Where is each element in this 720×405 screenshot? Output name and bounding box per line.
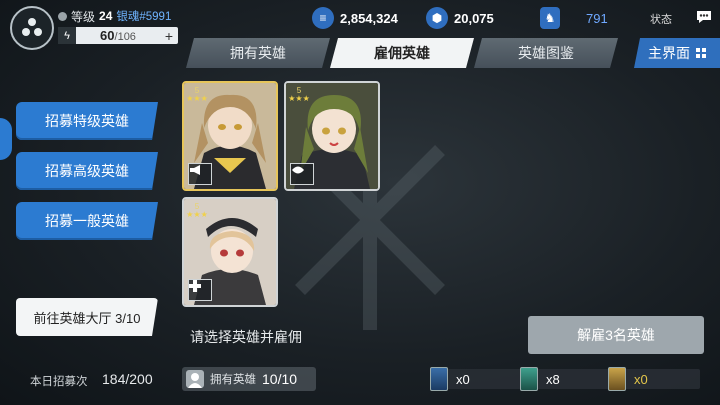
lightning-icon: ϟ (58, 27, 76, 44)
medal-value: 791 (586, 10, 608, 26)
person-icon (186, 370, 204, 388)
blue-ticket-icon (430, 367, 448, 391)
item-count: x8 (532, 369, 618, 389)
chat-icon[interactable] (695, 9, 713, 25)
add-stamina-button[interactable]: + (160, 28, 178, 44)
item-count: x0 (620, 369, 700, 389)
level-panel: 等级 24 银魂#5991 (58, 8, 178, 24)
hero-rank: 5 ★★★ (186, 202, 208, 219)
hire-hint: 请选择英雄并雇佣 (190, 329, 302, 345)
coin-stack-icon: ≡ (312, 7, 334, 29)
hero-card[interactable]: 5 ★★★ (182, 197, 278, 307)
item-count: x0 (442, 369, 522, 389)
hexagon-gem-icon: ⬢ (426, 7, 448, 29)
main-menu-button[interactable]: 主界面 (634, 38, 720, 68)
gem-value: 20,075 (454, 10, 494, 26)
owned-heroes-value: 10/10 (262, 371, 298, 387)
medal-resource[interactable]: ♞ 791 (540, 6, 608, 30)
gold-ticket-icon (608, 367, 626, 391)
hero-rank: 5 ★★★ (288, 86, 310, 103)
level-label: 等级 (71, 9, 96, 24)
star-rating: ★★★ (186, 210, 208, 219)
hero-card[interactable]: 5 ★★★ (284, 81, 380, 191)
recruit-ticket-item[interactable]: x0 (608, 367, 700, 391)
hero-rank: 5 ★★★ (186, 86, 208, 103)
stamina-bar: ϟ 60/106 + (58, 27, 178, 44)
owned-heroes-label: 拥有英雄 (210, 374, 256, 386)
emblem-icon (22, 18, 42, 36)
medic-cross-icon (188, 279, 212, 301)
side-accent (0, 118, 12, 160)
star-rating: ★★★ (186, 94, 208, 103)
recruit-ticket-item[interactable]: x0 (430, 367, 522, 391)
player-name: 银魂#5991 (116, 11, 172, 23)
tab-hero-codex[interactable]: 英雄图鉴 (474, 38, 618, 68)
hero-card[interactable]: 5 ★★★ (182, 81, 278, 191)
shield-class-icon (290, 163, 314, 185)
gem-resource[interactable]: ⬢ 20,075 (426, 6, 494, 30)
recruit-advanced-button[interactable]: 招募高级英雄 (16, 152, 158, 190)
tab-owned-heroes[interactable]: 拥有英雄 (186, 38, 330, 68)
tab-hire-heroes[interactable]: 雇佣英雄 (330, 38, 474, 68)
dismiss-heroes-button[interactable]: 解雇3名英雄 (528, 316, 704, 354)
player-avatar[interactable] (10, 6, 54, 50)
gold-resource[interactable]: ≡ 2,854,324 (312, 6, 398, 30)
stamina-max: /106 (114, 31, 136, 43)
speaker-class-icon (188, 163, 212, 185)
level-value: 24 (99, 9, 113, 23)
medal-icon: ♞ (540, 7, 560, 29)
stamina-current: 60 (100, 28, 115, 43)
main-menu-label: 主界面 (648, 45, 690, 61)
green-ticket-icon (520, 367, 538, 391)
star-rating: ★★★ (288, 94, 310, 103)
status-button[interactable]: 状态 (650, 11, 672, 27)
owned-heroes-bar: 拥有英雄 10/10 (182, 367, 316, 391)
recruit-special-button[interactable]: 招募特级英雄 (16, 102, 158, 140)
goto-hero-hall-button[interactable]: 前往英雄大厅 3/10 (16, 298, 158, 336)
daily-recruit-label: 本日招募次 (30, 376, 88, 388)
grid-icon (696, 48, 706, 58)
recruit-normal-button[interactable]: 招募一般英雄 (16, 202, 158, 240)
rank-gem-icon (58, 11, 67, 21)
daily-recruit-value: 184/200 (102, 371, 153, 387)
recruit-ticket-item[interactable]: x8 (520, 367, 618, 391)
gold-value: 2,854,324 (340, 10, 398, 26)
